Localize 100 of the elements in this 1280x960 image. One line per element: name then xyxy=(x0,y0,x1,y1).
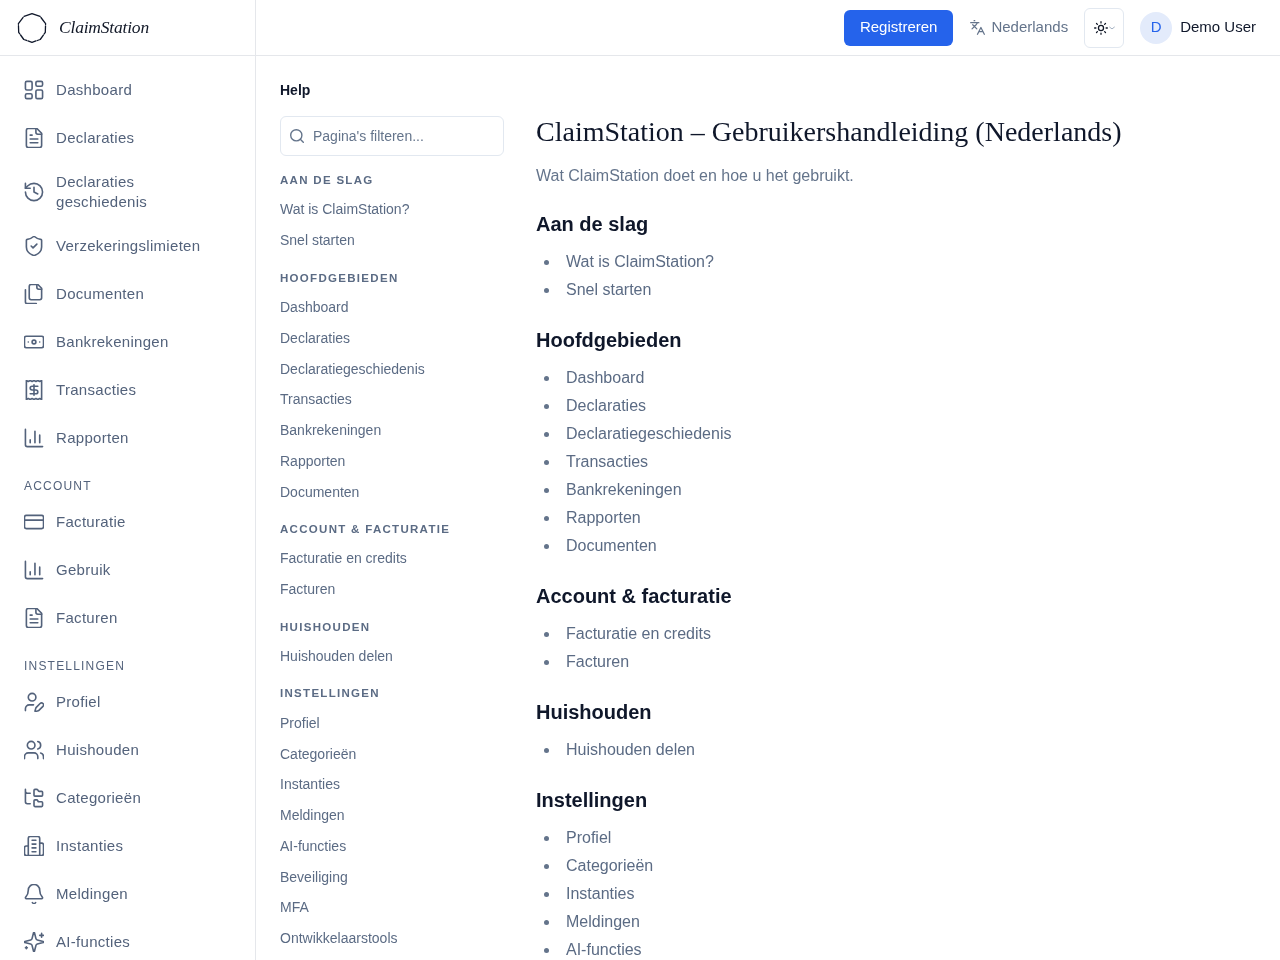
dollar-receipt-icon xyxy=(24,380,44,400)
search-icon xyxy=(290,129,304,143)
bullet-icon xyxy=(544,515,549,521)
bullet-icon xyxy=(544,947,549,953)
sidebar-section-heading: ACCOUNT xyxy=(23,478,93,495)
section-heading: Huishouden xyxy=(536,700,653,725)
sidebar-item[interactable]: Instanties xyxy=(16,826,239,866)
topic-link[interactable]: Snel starten xyxy=(566,276,652,304)
sidebar-item[interactable]: Documenten xyxy=(16,274,239,314)
users-icon xyxy=(24,740,44,760)
topic-link[interactable]: Documenten xyxy=(566,532,657,560)
topic-link[interactable]: Wat is ClaimStation? xyxy=(566,248,714,276)
sidebar-item[interactable]: Meldingen xyxy=(16,874,239,914)
topic-link[interactable]: Facturatie en credits xyxy=(566,620,711,648)
sidebar-item[interactable]: Dashboard xyxy=(16,70,239,110)
help-nav-link[interactable]: Transacties xyxy=(280,383,352,415)
help-nav-link[interactable]: Huishouden delen xyxy=(280,640,393,672)
history-icon xyxy=(24,182,44,202)
building-icon xyxy=(24,836,44,856)
help-section-heading: INSTELLINGEN xyxy=(280,686,381,702)
banknote-icon xyxy=(24,332,44,352)
help-nav-link[interactable]: Snel starten xyxy=(280,224,355,256)
bullet-icon xyxy=(544,259,549,265)
topic-link[interactable]: Rapporten xyxy=(566,504,641,532)
help-nav-link[interactable]: Facturatie en credits xyxy=(280,543,407,574)
topic-link[interactable]: Bankrekeningen xyxy=(566,476,682,504)
bullet-icon xyxy=(544,659,549,665)
search-field[interactable]: Pagina's filteren... xyxy=(280,116,504,156)
sun-icon xyxy=(1093,20,1108,35)
help-nav-link[interactable]: Categorieën xyxy=(280,738,357,769)
sidebar-item[interactable]: AI-functies xyxy=(16,922,239,960)
help-nav-link[interactable]: Beveiliging xyxy=(280,861,348,893)
bar-chart-icon xyxy=(24,428,44,448)
sidebar-item[interactable]: Declaraties xyxy=(16,118,239,158)
help-nav-link[interactable]: Bankrekeningen xyxy=(280,414,382,446)
language-button[interactable]: Nederlands xyxy=(970,16,1069,39)
files-icon xyxy=(24,284,44,304)
help-nav-link[interactable]: MFA xyxy=(280,892,309,923)
bullet-icon xyxy=(544,487,549,493)
topic-link[interactable]: Declaratiegeschiedenis xyxy=(566,420,732,448)
bullet-icon xyxy=(544,459,549,465)
page-title: ClaimStation – Gebruikershandleiding (Nederlands) xyxy=(536,115,1123,149)
user-name: Demo User xyxy=(1180,17,1256,38)
help-nav-link[interactable]: Wat is ClaimStation? xyxy=(280,194,410,225)
help-nav-link[interactable]: AI-functies xyxy=(280,830,347,862)
bullet-icon xyxy=(544,403,549,409)
language-icon xyxy=(970,20,986,35)
sidebar-item[interactable]: Profiel xyxy=(16,682,239,722)
topic-link[interactable]: Categorieën xyxy=(566,852,654,880)
bullet-icon xyxy=(544,919,549,925)
bullet-icon xyxy=(544,375,549,381)
shield-check-icon xyxy=(24,236,44,256)
topic-link[interactable]: Declaraties xyxy=(566,392,647,420)
sidebar-item[interactable]: Bankrekeningen xyxy=(16,322,239,362)
caret-icon xyxy=(1108,25,1115,30)
help-nav-link[interactable]: Rapporten xyxy=(280,445,346,477)
bullet-icon xyxy=(544,747,549,753)
topic-link[interactable]: Huishouden delen xyxy=(566,736,695,764)
sidebar-item[interactable]: Verzekeringslimieten xyxy=(16,226,239,266)
help-nav-link[interactable]: Declaratiegeschiedenis xyxy=(280,353,425,384)
register-button[interactable]: Registreren xyxy=(843,9,954,46)
user-avatar[interactable]: D xyxy=(1140,11,1173,44)
help-nav-link[interactable]: Declaraties xyxy=(280,322,351,354)
help-nav-link[interactable]: Facturen xyxy=(280,573,336,605)
bar-chart-icon xyxy=(24,560,44,580)
bullet-icon xyxy=(544,287,549,293)
help-nav-link[interactable]: Ontwikkelaarstools xyxy=(280,922,398,954)
sidebar-item[interactable]: Declaraties geschiedenis xyxy=(16,166,239,218)
help-section-heading: HOOFDGEBIEDEN xyxy=(280,270,400,286)
topic-link[interactable]: Instanties xyxy=(566,880,635,908)
topic-link[interactable]: AI-functies xyxy=(566,936,642,960)
sidebar-item[interactable]: Categorieën xyxy=(16,778,239,818)
topic-link[interactable]: Meldingen xyxy=(566,908,640,936)
topic-link[interactable]: Dashboard xyxy=(566,364,645,392)
section-heading: Instellingen xyxy=(536,788,649,813)
topic-link[interactable]: Facturen xyxy=(566,648,630,676)
help-title: Help xyxy=(280,81,312,100)
brand-logo-text: ClaimStation xyxy=(59,16,149,40)
sidebar-item[interactable]: Rapporten xyxy=(16,418,239,458)
help-nav-link[interactable]: Dashboard xyxy=(280,291,349,323)
topic-link[interactable]: Profiel xyxy=(566,824,612,852)
sidebar-item[interactable]: Huishouden xyxy=(16,730,239,770)
sparkles-icon xyxy=(24,932,44,952)
sidebar-item[interactable]: Facturatie xyxy=(16,502,239,542)
sidebar-item[interactable]: Gebruik xyxy=(16,550,239,590)
topic-link[interactable]: Transacties xyxy=(566,448,649,476)
help-nav-link[interactable]: Instanties xyxy=(280,768,340,800)
help-nav-link[interactable]: Documenten xyxy=(280,476,360,508)
section-heading: Aan de slag xyxy=(536,212,650,237)
help-section-heading: HUISHOUDEN xyxy=(280,619,372,635)
help-nav-link[interactable]: Profiel xyxy=(280,707,320,739)
logo-icon xyxy=(17,12,47,43)
document-icon xyxy=(24,608,44,628)
theme-toggle-button[interactable] xyxy=(1084,7,1125,48)
help-nav-link[interactable]: Meldingen xyxy=(280,799,345,831)
document-icon xyxy=(24,128,44,148)
sidebar-item[interactable]: Facturen xyxy=(16,598,239,638)
bullet-icon xyxy=(544,891,549,897)
help-section-heading: AAN DE SLAG xyxy=(280,173,375,188)
sidebar-item[interactable]: Transacties xyxy=(16,370,239,410)
